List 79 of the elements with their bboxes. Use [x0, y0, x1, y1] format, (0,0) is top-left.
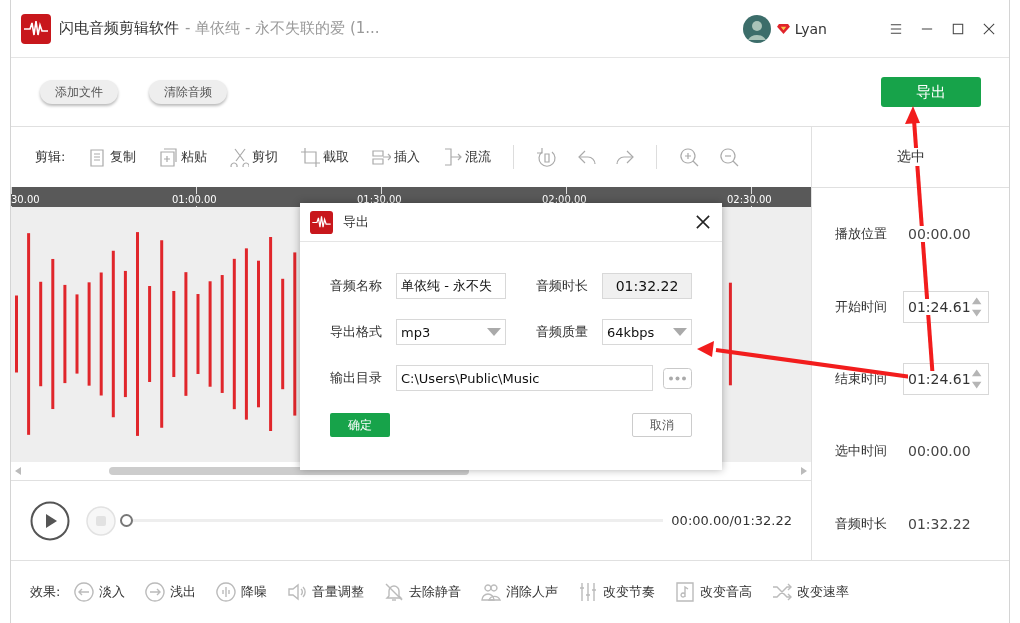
effect-button[interactable]: 改变速率	[772, 582, 850, 602]
edit-label: 剪辑:	[35, 148, 66, 166]
zoom-out-icon[interactable]	[719, 147, 740, 167]
crop-icon	[300, 147, 321, 167]
left-arrow-circle-icon	[74, 582, 95, 602]
field-label: 音频时长	[835, 514, 888, 533]
cancel-button[interactable]: 取消	[632, 413, 692, 437]
menu-icon[interactable]	[890, 22, 902, 35]
effect-button[interactable]: 改变节奏	[578, 582, 656, 602]
field-label: 选中时间	[835, 442, 888, 461]
timeline-tick: 02:30.00	[726, 194, 773, 206]
dialog-title: 导出	[343, 213, 369, 231]
play-button[interactable]	[30, 500, 70, 541]
right-arrow-circle-icon	[145, 582, 166, 602]
zoom-in-icon[interactable]	[679, 147, 700, 167]
effect-button[interactable]: 改变音高	[675, 582, 753, 602]
scissors-icon	[229, 147, 250, 167]
toolbar-button[interactable]: 清除音频	[149, 80, 227, 104]
edit-tool-button[interactable]: 截取	[300, 147, 350, 167]
scroll-left-icon[interactable]	[15, 467, 21, 475]
quality-dropdown[interactable]: 64kbps	[602, 319, 692, 345]
app-logo-icon	[21, 13, 51, 44]
file-name: - 单依纯 - 永不失联的爱 (1...	[185, 19, 380, 38]
panel-title: 选中	[896, 148, 925, 166]
speaker-icon	[287, 582, 308, 602]
edit-tool-button[interactable]: 剪切	[229, 147, 279, 167]
user-name[interactable]: Lyan	[794, 20, 827, 37]
time-spinner[interactable]: 01:24.61	[903, 290, 989, 323]
timeline-tick: 30.00	[11, 194, 41, 206]
field-label: 播放位置	[835, 225, 888, 244]
time-spinner[interactable]: 01:24.61	[903, 362, 989, 395]
avatar[interactable]	[742, 14, 771, 43]
insert-icon	[371, 147, 392, 167]
field-label: 音频质量	[536, 323, 589, 341]
effect-button[interactable]: 淡入	[74, 582, 126, 602]
app-name: 闪电音频剪辑软件	[59, 19, 179, 38]
effect-button[interactable]: 去除静音	[384, 582, 462, 602]
music-note-icon	[675, 582, 696, 602]
effect-button[interactable]: 浅出	[145, 582, 197, 602]
waveform-circle-icon	[216, 582, 237, 602]
edit-tool-button[interactable]: 插入	[371, 147, 421, 167]
directory-input[interactable]: C:\Users\Public\Music	[396, 365, 653, 391]
field-label: 结束时间	[835, 369, 888, 388]
name-input[interactable]: 单依纯 - 永不失	[396, 273, 506, 299]
field-label: 开始时间	[835, 297, 888, 316]
field-label: 音频时长	[536, 277, 589, 295]
shuffle-icon	[772, 582, 793, 602]
sliders-icon	[578, 582, 599, 602]
scroll-right-icon[interactable]	[801, 467, 807, 475]
muted-bell-icon	[384, 582, 405, 602]
effect-button[interactable]: 降噪	[216, 582, 268, 602]
progress-thumb[interactable]	[120, 514, 133, 527]
format-dropdown[interactable]: mp3	[396, 319, 506, 345]
effects-label: 效果:	[30, 583, 61, 601]
effect-button[interactable]: 音量调整	[287, 582, 365, 602]
effect-button[interactable]: 消除人声	[481, 582, 559, 602]
edit-tool-button[interactable]: 粘贴	[158, 147, 208, 167]
loop-icon[interactable]	[536, 147, 557, 167]
paste-icon	[158, 147, 179, 167]
merge-icon	[442, 147, 463, 167]
field-value: 00:00.00	[908, 226, 971, 243]
timeline-tick: 01:00.00	[171, 194, 218, 206]
maximize-icon[interactable]	[952, 22, 964, 35]
edit-tool-button[interactable]: 混流	[442, 147, 492, 167]
close-icon[interactable]	[983, 22, 995, 35]
caret-icon	[487, 328, 501, 336]
field-label: 输出目录	[330, 369, 383, 387]
playback-time: 00:00.00/01:32.22	[671, 513, 792, 528]
close-icon[interactable]	[696, 215, 710, 229]
edit-tool-button[interactable]: 复制	[87, 147, 137, 167]
field-label: 音频名称	[330, 277, 383, 295]
people-icon	[481, 582, 502, 602]
caret-icon	[673, 328, 687, 336]
app-logo-icon	[310, 210, 333, 234]
field-label: 导出格式	[330, 323, 383, 341]
more-button[interactable]	[663, 367, 692, 389]
duration-field: 01:32.22	[602, 273, 692, 299]
diamond-icon	[776, 23, 790, 34]
toolbar-button[interactable]: 添加文件	[40, 80, 118, 104]
